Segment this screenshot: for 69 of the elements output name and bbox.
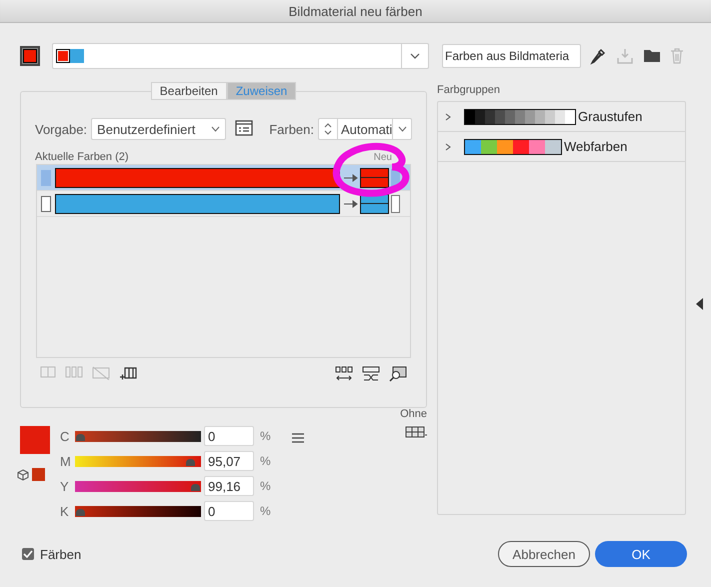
channel-slider-track[interactable] (75, 430, 201, 442)
randomize-order-icon[interactable] (335, 366, 353, 382)
channel-value-field[interactable]: 95,07 (204, 451, 254, 471)
preset-dropdown[interactable]: Benutzerdefiniert (91, 118, 226, 140)
recolor-label: Färben (40, 546, 82, 562)
cube-icon (17, 468, 29, 480)
channel-value-field[interactable]: 0 (204, 426, 254, 446)
channel-label: K (60, 504, 70, 518)
channel-slider-track[interactable] (75, 506, 201, 516)
new-color-swatch[interactable] (360, 168, 389, 188)
color-row[interactable] (37, 191, 410, 217)
chevron-down-icon (211, 126, 220, 132)
slider-thumb[interactable] (186, 458, 196, 466)
arrow-right-icon (344, 200, 358, 208)
collapse-arrow-icon[interactable] (696, 298, 704, 310)
menu-icon[interactable] (290, 433, 305, 443)
chevron-down-icon (398, 126, 406, 132)
color-group-row[interactable]: Graustufen (438, 102, 685, 132)
colors-stepper[interactable]: Automati (318, 118, 412, 140)
check-icon (23, 550, 33, 558)
percent-unit: % (260, 504, 271, 518)
exclude-color-icon[interactable] (92, 366, 110, 380)
tab[interactable]: Bearbeiten (150, 82, 227, 100)
row-marker (391, 194, 400, 212)
percent-unit: % (260, 479, 271, 493)
harmony-swatch[interactable] (20, 46, 40, 66)
recolor-checkbox[interactable] (22, 548, 34, 560)
library-grid-icon[interactable] (405, 426, 427, 438)
slider-thumb[interactable] (191, 484, 200, 490)
eyedropper-icon[interactable] (589, 47, 607, 65)
group-name: Graustufen (578, 109, 642, 124)
slider-thumb[interactable] (76, 508, 85, 516)
current-colors-label: Aktuelle Farben (2) (35, 151, 129, 163)
gamut-swatch[interactable] (32, 468, 45, 481)
colors-label: Farben: (269, 122, 314, 136)
randomize-saturation-icon[interactable] (362, 366, 380, 382)
channel-value-field[interactable]: 0 (204, 501, 254, 521)
channel-label: C (60, 428, 70, 444)
percent-unit: % (260, 454, 271, 468)
percent-unit: % (260, 429, 271, 443)
slider-thumb[interactable] (76, 434, 85, 440)
color-row[interactable] (37, 165, 410, 191)
color-groups-label: Farbgruppen (437, 84, 501, 98)
channel-slider-track[interactable] (75, 456, 201, 466)
chevron-down-icon (410, 53, 420, 59)
chevron-right-icon[interactable] (444, 142, 452, 150)
new-column-label: Neu (374, 152, 392, 163)
channel-value-field[interactable]: 99,16 (204, 476, 254, 496)
window-title: Bildmaterial neu färben (288, 4, 422, 18)
ok-button[interactable]: OK (595, 541, 687, 567)
name-field[interactable]: Farben aus Bildmateria (442, 44, 581, 68)
new-row-icon[interactable] (119, 366, 137, 380)
color-group-row[interactable]: Webfarben (438, 132, 685, 162)
zoom-icon[interactable] (389, 366, 407, 382)
options-icon[interactable] (235, 120, 254, 136)
library-label: Ohne (400, 408, 427, 420)
row-handle[interactable] (41, 170, 51, 186)
channel-slider-track[interactable] (75, 480, 201, 492)
stepper-arrows-icon (324, 122, 332, 136)
preset-label: Vorgabe: (35, 122, 88, 136)
harmony-dropdown[interactable] (52, 43, 429, 69)
chevron-right-icon[interactable] (444, 112, 452, 120)
channel-label: M (60, 454, 72, 468)
channel-label: Y (60, 478, 70, 494)
group-name: Webfarben (564, 139, 628, 154)
folder-icon[interactable] (643, 49, 661, 63)
cancel-button[interactable]: Abbrechen (498, 541, 590, 567)
row-handle[interactable] (41, 196, 51, 212)
arrow-right-icon (344, 174, 358, 182)
